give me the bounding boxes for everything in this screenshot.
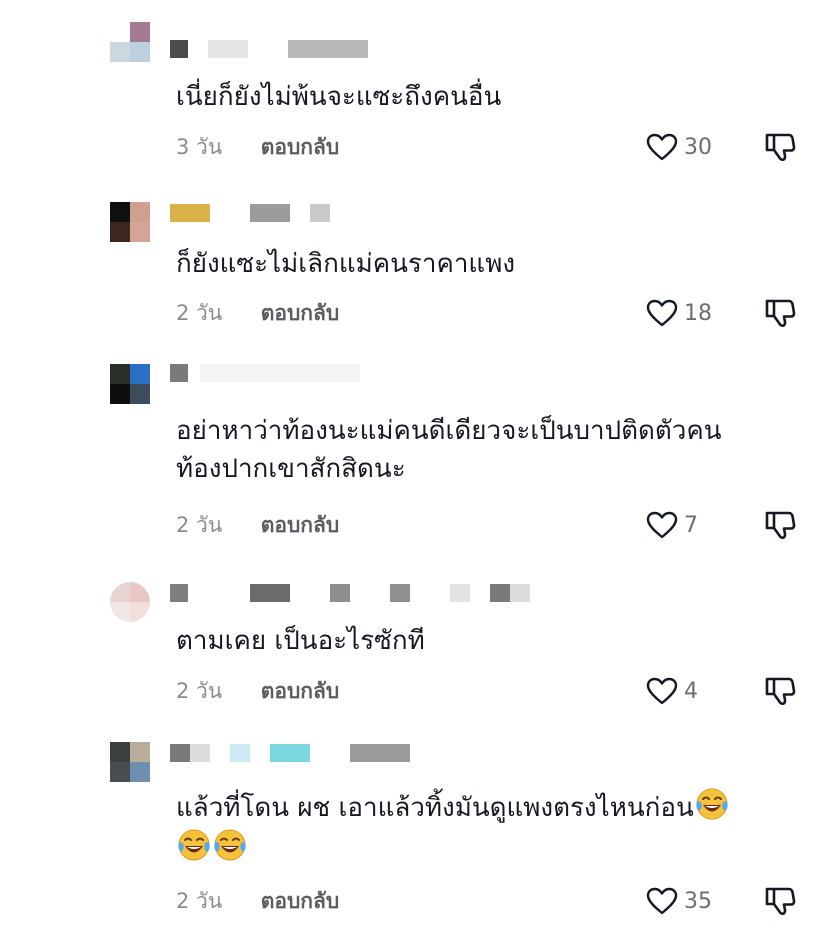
like-button[interactable]: 18	[646, 298, 712, 328]
dislike-icon[interactable]	[764, 885, 796, 917]
comment-text: อย่าหาว่าท้องนะแม่คนดีเดียวจะเป็นบาปติดต…	[176, 412, 796, 488]
reply-button[interactable]: ตอบกลับ	[261, 135, 340, 159]
comment-text-line: แล้วที่โดน ผช เอาแล้วทิ้งมันดูแพงตรงไหนก…	[176, 793, 694, 823]
comment-text: แล้วที่โดน ผช เอาแล้วทิ้งมันดูแพงตรงไหนก…	[176, 786, 796, 868]
heart-icon	[646, 677, 678, 705]
like-count: 7	[684, 512, 698, 538]
comment-text-line: อย่าหาว่าท้องนะแม่คนดีเดียวจะเป็นบาปติดต…	[176, 416, 722, 446]
dislike-icon[interactable]	[764, 297, 796, 329]
laughing-tears-emoji-icon	[212, 827, 248, 863]
comment-time: 2 วัน	[176, 301, 223, 325]
like-count: 30	[684, 134, 712, 160]
avatar[interactable]	[110, 742, 150, 782]
comment-text: ตามเคย เป็นอะไรซักที	[176, 626, 425, 656]
reply-button[interactable]: ตอบกลับ	[261, 301, 340, 325]
comment-text-line: ท้องปากเขาสักสิดนะ	[176, 454, 406, 484]
comment-text: ก็ยังแซะไม่เลิกแม่คนราคาแพง	[176, 249, 516, 279]
laughing-tears-emoji-icon	[176, 827, 212, 863]
comment-meta: 3 วัน ตอบกลับ	[176, 132, 339, 162]
avatar[interactable]	[110, 22, 150, 62]
username-censored[interactable]	[170, 40, 370, 62]
username-censored[interactable]	[170, 364, 370, 386]
dislike-icon[interactable]	[764, 131, 796, 163]
avatar[interactable]	[110, 364, 150, 404]
like-button[interactable]: 7	[646, 510, 698, 540]
username-censored[interactable]	[170, 584, 550, 606]
username-censored[interactable]	[170, 204, 340, 226]
comment-time: 3 วัน	[176, 135, 223, 159]
like-count: 4	[684, 678, 698, 704]
comment-time: 2 วัน	[176, 679, 223, 703]
comment-time: 2 วัน	[176, 513, 223, 537]
heart-icon	[646, 887, 678, 915]
like-button[interactable]: 30	[646, 132, 712, 162]
reply-button[interactable]: ตอบกลับ	[261, 679, 340, 703]
heart-icon	[646, 511, 678, 539]
laughing-tears-emoji-icon	[694, 786, 730, 822]
reply-button[interactable]: ตอบกลับ	[261, 889, 340, 913]
comment-meta: 2 วัน ตอบกลับ	[176, 676, 339, 706]
heart-icon	[646, 133, 678, 161]
like-button[interactable]: 4	[646, 676, 698, 706]
dislike-icon[interactable]	[764, 675, 796, 707]
comment-time: 2 วัน	[176, 889, 223, 913]
like-count: 18	[684, 300, 712, 326]
comment-meta: 2 วัน ตอบกลับ	[176, 886, 339, 916]
avatar[interactable]	[110, 202, 150, 242]
like-count: 35	[684, 888, 712, 914]
avatar[interactable]	[110, 582, 150, 622]
reply-button[interactable]: ตอบกลับ	[261, 513, 340, 537]
like-button[interactable]: 35	[646, 886, 712, 916]
username-censored[interactable]	[170, 744, 420, 766]
comment-text: เนี่ยก็ยังไม่พ้นจะแซะถึงคนอื่น	[176, 82, 502, 112]
comment-meta: 2 วัน ตอบกลับ	[176, 510, 339, 540]
comment-meta: 2 วัน ตอบกลับ	[176, 298, 339, 328]
dislike-icon[interactable]	[764, 509, 796, 541]
heart-icon	[646, 299, 678, 327]
